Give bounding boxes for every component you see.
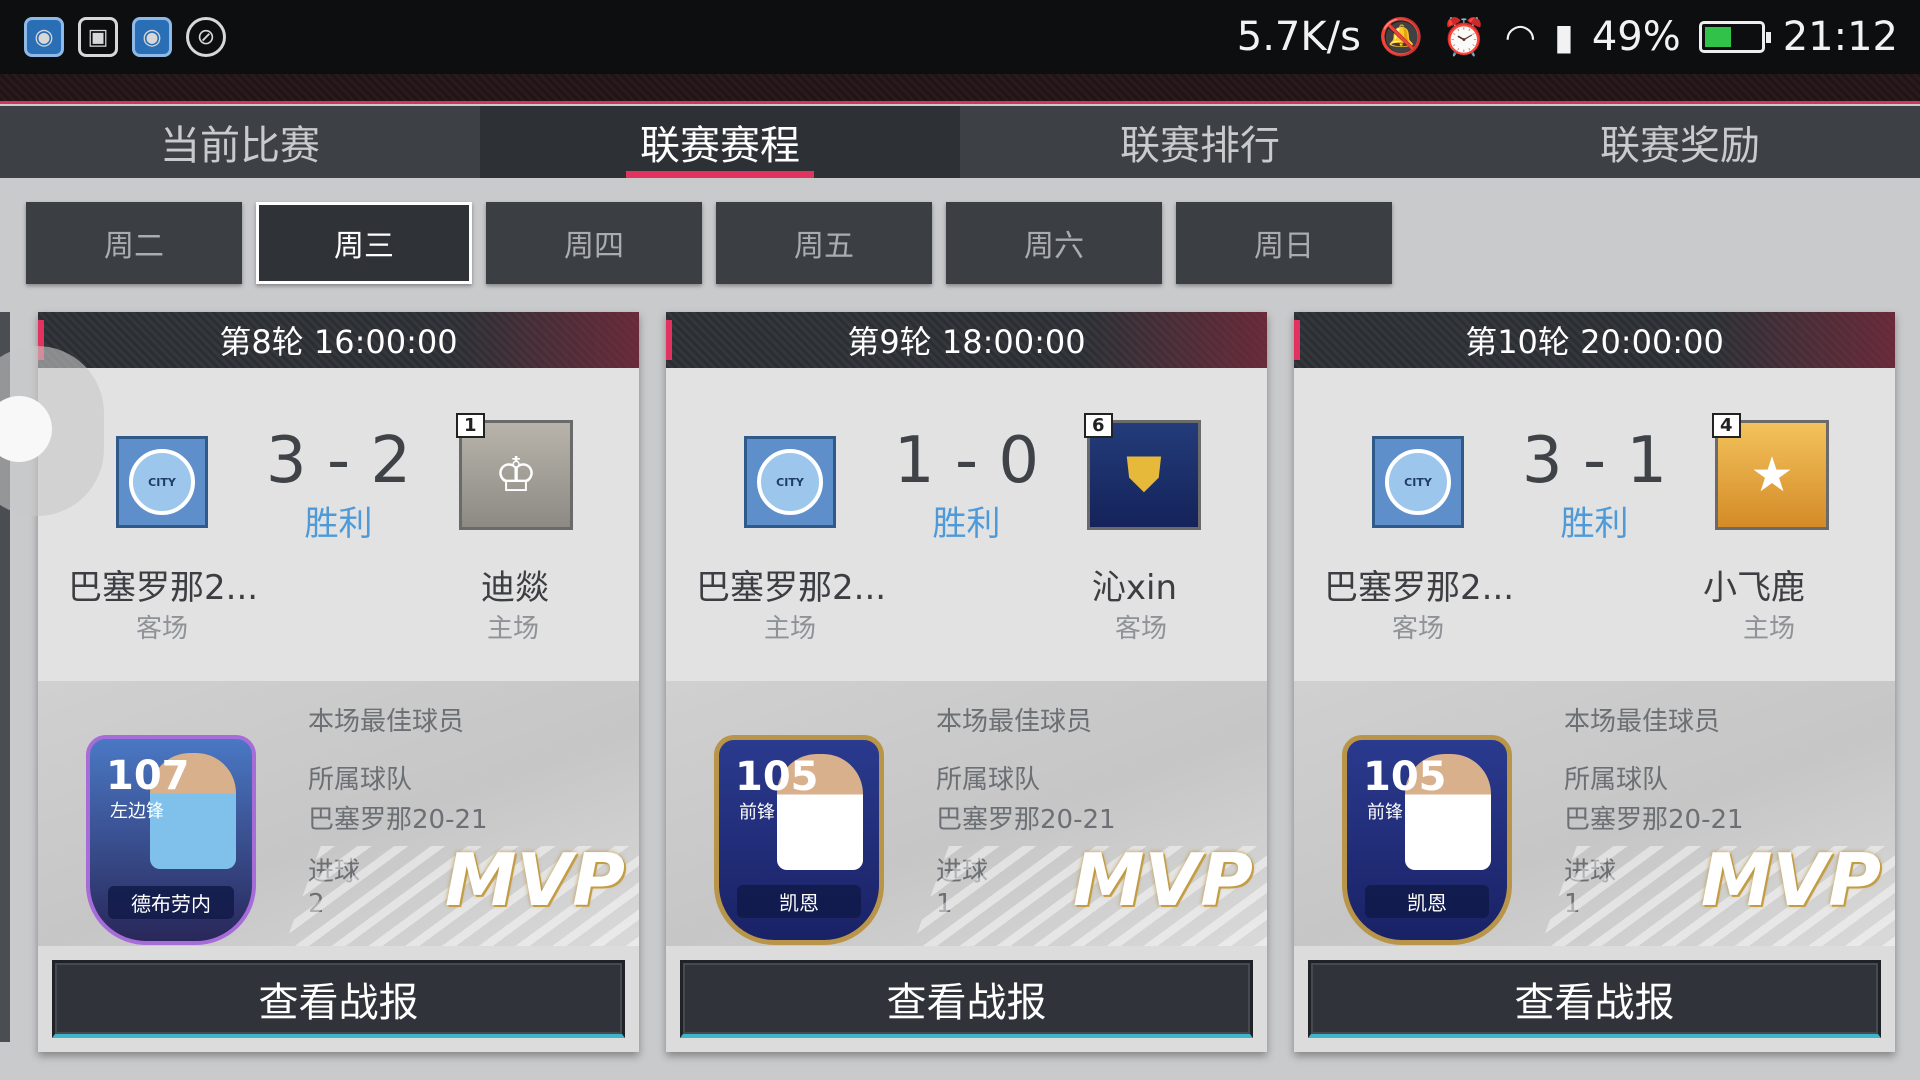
day-tuesday[interactable]: 周二 — [26, 202, 242, 284]
match-round-time: 第9轮 18:00:00 — [666, 312, 1267, 368]
player-rating: 105 — [735, 754, 819, 800]
tab-league-ranking[interactable]: 联赛排行 — [960, 106, 1440, 178]
match-cards: 第8轮 16:00:00 CITY 3 - 2 胜利 1 ♔ 巴塞罗那2... … — [38, 312, 1895, 1052]
mvp-title: 本场最佳球员 — [308, 707, 465, 737]
player-rating: 105 — [1363, 754, 1447, 800]
home-team-name: 巴塞罗那2... — [696, 568, 887, 608]
player-position: 前锋 — [739, 802, 775, 823]
mvp-player-card[interactable]: 105 前锋 凯恩 — [1342, 735, 1512, 945]
match-summary: CITY 1 - 0 胜利 6 ⛊ 巴塞罗那2... 主场 沁xin 客场 — [666, 368, 1267, 681]
goals-value: 1 — [936, 889, 953, 919]
app-icon-2: ◉ — [132, 17, 172, 57]
tab-current-match[interactable]: 当前比赛 — [0, 106, 480, 178]
goals-value: 1 — [1564, 889, 1581, 919]
mvp-section: 105 前锋 凯恩 本场最佳球员 所属球队 巴塞罗那20-21 进球 1 MVP — [1294, 681, 1895, 946]
player-name: 凯恩 — [737, 885, 861, 918]
player-name: 凯恩 — [1365, 885, 1489, 918]
day-saturday[interactable]: 周六 — [946, 202, 1162, 284]
opponent-badge-icon: 1 ♔ — [456, 413, 573, 530]
away-team-venue: 客场 — [1114, 614, 1167, 644]
home-team-name: 巴塞罗那2... — [68, 568, 259, 608]
notification-icons: ◉ ▣ ◉ ⊘ — [24, 17, 226, 57]
mvp-player-card[interactable]: 105 前锋 凯恩 — [714, 735, 884, 945]
status-right: 5.7K/s 🔕 ⏰ ◠ ▮ 49% 21:12 — [1237, 14, 1898, 60]
home-team-venue: 客场 — [136, 614, 189, 644]
floating-button-knob-icon[interactable] — [0, 396, 52, 462]
team-value: 巴塞罗那20-21 — [936, 805, 1116, 835]
match-summary: CITY 3 - 1 胜利 4 ★ 巴塞罗那2... 客场 小飞鹿 主场 — [1294, 368, 1895, 681]
opponent-rank: 4 — [1712, 413, 1741, 438]
match-card: 第10轮 20:00:00 CITY 3 - 1 胜利 4 ★ 巴塞罗那2...… — [1294, 312, 1895, 1052]
day-wednesday[interactable]: 周三 — [256, 202, 472, 284]
mvp-title: 本场最佳球员 — [936, 707, 1093, 737]
vpn-icon: ⊘ — [186, 17, 226, 57]
battery-icon — [1698, 21, 1771, 53]
opponent-badge-icon: 6 ⛊ — [1084, 413, 1201, 530]
match-round-time: 第8轮 16:00:00 — [38, 312, 639, 368]
away-team-name: 小飞鹿 — [1703, 568, 1805, 608]
opponent-badge-icon: 4 ★ — [1712, 413, 1829, 530]
opponent-rank: 1 — [456, 413, 485, 438]
mvp-player-card[interactable]: 107 左边锋 德布劳内 — [86, 735, 256, 945]
day-sunday[interactable]: 周日 — [1176, 202, 1392, 284]
mvp-section: 105 前锋 凯恩 本场最佳球员 所属球队 巴塞罗那20-21 进球 1 MVP — [666, 681, 1267, 946]
opponent-rank: 6 — [1084, 413, 1113, 438]
home-team-venue: 客场 — [1392, 614, 1445, 644]
tab-league-rewards[interactable]: 联赛奖励 — [1440, 106, 1920, 178]
away-team-name: 迪燚 — [481, 568, 549, 608]
team-value: 巴塞罗那20-21 — [308, 805, 488, 835]
player-position: 前锋 — [1367, 802, 1403, 823]
team-label: 所属球队 — [308, 765, 413, 795]
clock: 21:12 — [1782, 14, 1898, 60]
view-report-button[interactable]: 查看战报 — [680, 960, 1253, 1038]
goals-label: 进球 — [1564, 857, 1617, 887]
wifi-icon: ◠ — [1504, 16, 1536, 58]
team-value: 巴塞罗那20-21 — [1564, 805, 1744, 835]
status-bar: ◉ ▣ ◉ ⊘ 5.7K/s 🔕 ⏰ ◠ ▮ 49% 21:12 — [0, 0, 1920, 74]
mvp-stamp: MVP — [444, 838, 625, 922]
alarm-icon: ⏰ — [1441, 17, 1487, 58]
view-report-button[interactable]: 查看战报 — [52, 960, 625, 1038]
goals-value: 2 — [308, 889, 325, 919]
tab-league-schedule[interactable]: 联赛赛程 — [480, 106, 960, 178]
away-team-name: 沁xin — [1091, 568, 1177, 608]
mvp-stamp: MVP — [1072, 838, 1253, 922]
day-friday[interactable]: 周五 — [716, 202, 932, 284]
match-round-time: 第10轮 20:00:00 — [1294, 312, 1895, 368]
network-speed: 5.7K/s — [1236, 14, 1361, 60]
league-tabs: 当前比赛 联赛赛程 联赛排行 联赛奖励 — [0, 106, 1920, 178]
match-summary: CITY 3 - 2 胜利 1 ♔ 巴塞罗那2... 客场 迪燚 主场 — [38, 368, 639, 681]
battery-percent: 49% — [1591, 14, 1681, 60]
player-name: 德布劳内 — [108, 886, 234, 919]
home-team-name: 巴塞罗那2... — [1324, 568, 1515, 608]
player-position: 左边锋 — [110, 801, 164, 822]
floating-assistive-button[interactable] — [0, 346, 104, 516]
mute-icon: 🔕 — [1378, 17, 1424, 58]
image-icon: ▣ — [78, 17, 118, 57]
day-selector: 周二 周三 周四 周五 周六 周日 — [26, 202, 1392, 284]
view-report-button[interactable]: 查看战报 — [1308, 960, 1881, 1038]
goals-label: 进球 — [936, 857, 989, 887]
away-team-venue: 主场 — [486, 614, 539, 644]
team-label: 所属球队 — [936, 765, 1041, 795]
away-team-venue: 主场 — [1742, 614, 1795, 644]
team-label: 所属球队 — [1564, 765, 1669, 795]
match-card: 第9轮 18:00:00 CITY 1 - 0 胜利 6 ⛊ 巴塞罗那2... … — [666, 312, 1267, 1052]
sim-icon: ▮ — [1554, 16, 1574, 58]
app-icon: ◉ — [24, 17, 64, 57]
game-top-strip — [0, 74, 1920, 104]
mvp-title: 本场最佳球员 — [1564, 707, 1721, 737]
day-thursday[interactable]: 周四 — [486, 202, 702, 284]
mvp-section: 107 左边锋 德布劳内 本场最佳球员 所属球队 巴塞罗那20-21 进球 2 … — [38, 681, 639, 946]
goals-label: 进球 — [308, 857, 361, 887]
player-rating: 107 — [106, 753, 190, 799]
home-team-venue: 主场 — [764, 614, 817, 644]
mvp-stamp: MVP — [1700, 838, 1881, 922]
match-card: 第8轮 16:00:00 CITY 3 - 2 胜利 1 ♔ 巴塞罗那2... … — [38, 312, 639, 1052]
